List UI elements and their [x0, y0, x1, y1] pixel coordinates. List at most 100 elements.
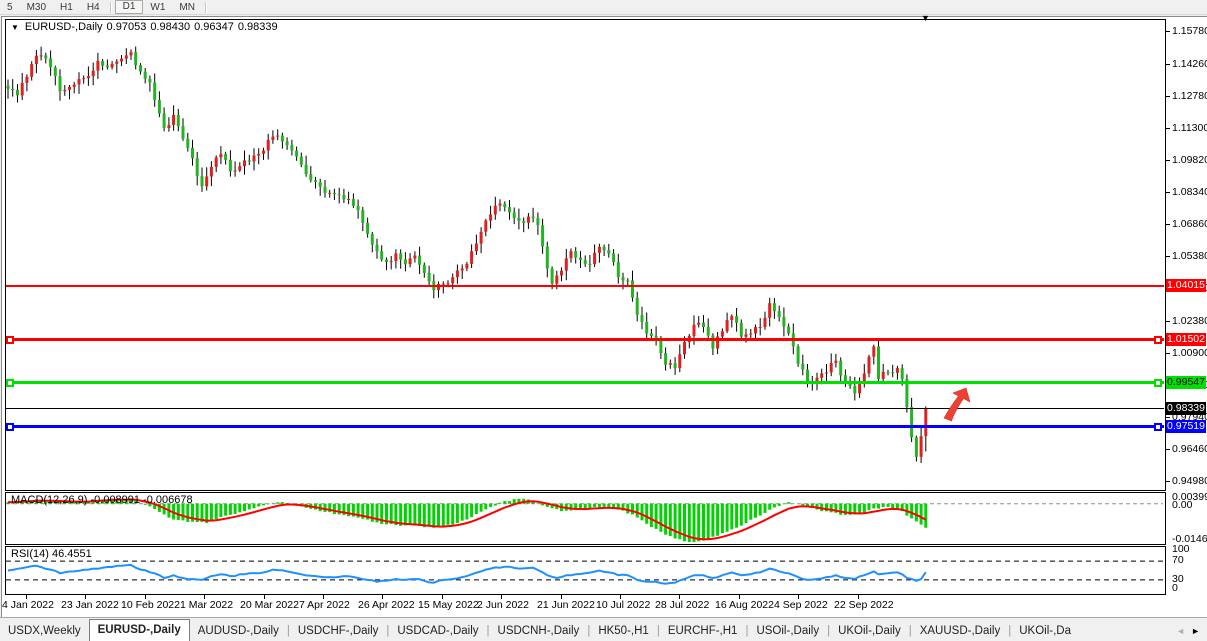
rsi-level-label: 70 [1172, 554, 1184, 566]
rsi-layer [6, 561, 1163, 584]
line-handle-support-line-green[interactable] [6, 379, 14, 387]
price-axis-label: 0.94980 [1172, 475, 1207, 487]
tab-xauusd-daily[interactable]: XAUUSD-,Daily [912, 620, 1009, 641]
date-axis-tick [442, 595, 443, 599]
price-axis-label: 1.06860 [1172, 218, 1207, 230]
price-axis-label: 0.96460 [1172, 443, 1207, 455]
date-axis-label: 20 Mar 2022 [240, 599, 299, 611]
price-axis-tick [1165, 31, 1170, 32]
price-axis-label: 1.08340 [1172, 186, 1207, 198]
price-badge-support-line-green: 0.99547 [1166, 376, 1206, 389]
date-axis-tick [739, 595, 740, 599]
date-axis-tick [323, 595, 324, 599]
tab-eurchf-h1[interactable]: EURCHF-,H1 [660, 620, 746, 641]
date-axis-tick [145, 595, 146, 599]
date-axis-label: 15 May 2022 [418, 599, 479, 611]
price-axis-label: 1.11300 [1172, 122, 1207, 134]
resistance-line-1[interactable] [6, 285, 1164, 287]
price-axis-tick [1165, 96, 1170, 97]
tab-scroll-left-icon[interactable]: ◄ [1176, 626, 1185, 636]
price-badge-resistance-line-2: 1.01502 [1166, 333, 1206, 346]
price-axis-tick [1165, 192, 1170, 193]
date-axis-label: 1 Mar 2022 [180, 599, 233, 611]
tab-ukoil-daily[interactable]: UKOil-,Daily [830, 620, 909, 641]
tab-audusd-daily[interactable]: AUDUSD-,Daily [190, 620, 287, 641]
line-handle-support-line-blue[interactable] [6, 423, 14, 431]
resistance-line-2[interactable] [6, 338, 1164, 341]
chart-svg [0, 0, 1164, 596]
price-axis-tick [1165, 64, 1170, 65]
date-axis-tick [26, 595, 27, 599]
chart-shift-marker-icon[interactable]: ▼ [921, 13, 930, 23]
date-axis-label: 22 Sep 2022 [834, 599, 894, 611]
macd-value-1: -0.008991 [90, 494, 140, 506]
chart-menu-arrow-icon[interactable]: ▼ [11, 23, 19, 32]
price-axis-label: 1.14260 [1172, 58, 1207, 70]
macd-zero-label: 0.00 [1172, 499, 1192, 511]
date-axis-tick [264, 595, 265, 599]
macd-name: MACD(12,26,9) [11, 494, 87, 506]
ohlc-close: 0.98339 [238, 21, 278, 33]
line-handle-resistance-line-2[interactable] [1154, 336, 1162, 344]
date-axis-tick [204, 595, 205, 599]
tab-usdcad-daily[interactable]: USDCAD-,Daily [389, 620, 486, 641]
rsi-level-label: 0 [1172, 582, 1178, 594]
current-price-line[interactable] [6, 408, 1164, 409]
line-handle-support-line-green[interactable] [1154, 379, 1162, 387]
date-axis-label: 10 Feb 2022 [121, 599, 180, 611]
date-axis-tick [620, 595, 621, 599]
date-axis-label: 4 Jan 2022 [2, 599, 54, 611]
date-axis-tick [858, 595, 859, 599]
date-axis-tick [561, 595, 562, 599]
ohlc-high: 0.98430 [150, 21, 190, 33]
macd-value-2: -0.006678 [143, 494, 193, 506]
tab-ukoil-da[interactable]: UKOil-,Da [1011, 620, 1079, 641]
support-line-green[interactable] [6, 381, 1164, 384]
price-axis-tick [1165, 417, 1170, 418]
tab-usdx-weekly[interactable]: USDX,Weekly [0, 620, 89, 641]
price-badge-current-price-line: 0.98339 [1166, 402, 1206, 415]
tab-usoil-daily[interactable]: USOil-,Daily [748, 620, 827, 641]
date-axis-label: 16 Aug 2022 [715, 599, 774, 611]
tab-usdcnh-daily[interactable]: USDCNH-,Daily [490, 620, 588, 641]
date-axis-label: 2 Jun 2022 [477, 599, 529, 611]
price-axis-tick [1165, 353, 1170, 354]
date-axis-label: 7 Apr 2022 [299, 599, 350, 611]
tab-usdchf-daily[interactable]: USDCHF-,Daily [290, 620, 387, 641]
line-handle-support-line-blue[interactable] [1154, 423, 1162, 431]
price-axis-label: 1.00900 [1172, 347, 1207, 359]
date-axis-label: 21 Jun 2022 [537, 599, 595, 611]
price-axis-label: 1.05380 [1172, 250, 1207, 262]
price-axis-label: 1.09820 [1172, 154, 1207, 166]
price-axis-label: 1.02380 [1172, 315, 1207, 327]
candlestick-layer [7, 47, 928, 464]
line-handle-resistance-line-2[interactable] [6, 336, 14, 344]
rsi-indicator-label: RSI(14) 46.4551 [11, 548, 92, 560]
price-axis-tick [1165, 224, 1170, 225]
price-badge-support-line-blue: 0.97519 [1166, 420, 1206, 433]
date-axis-label: 23 Jan 2022 [61, 599, 119, 611]
tab-scroll-arrows: ◄► [1173, 620, 1207, 641]
date-axis-label: 4 Sep 2022 [774, 599, 828, 611]
tab-scroll-right-icon[interactable]: ► [1191, 626, 1200, 636]
price-axis-label: 1.15780 [1172, 25, 1207, 37]
price-axis-tick [1165, 481, 1170, 482]
chart-tab-bar: USDX,WeeklyEURUSD-,DailyAUDUSD-,Daily|US… [0, 617, 1207, 641]
tab-eurusd-daily[interactable]: EURUSD-,Daily [89, 619, 190, 641]
rsi-name: RSI(14) [11, 548, 49, 560]
price-axis-tick [1165, 449, 1170, 450]
date-axis-label: 26 Apr 2022 [358, 599, 415, 611]
ohlc-open: 0.97053 [107, 21, 147, 33]
price-badge-resistance-line-1: 1.04015 [1166, 279, 1206, 292]
price-axis-tick [1165, 321, 1170, 322]
support-line-blue[interactable] [6, 425, 1164, 428]
chart-canvas [0, 0, 1164, 601]
trend-arrow-annotation[interactable] [941, 387, 971, 423]
rsi-value: 46.4551 [52, 548, 92, 560]
tab-hk50-h1[interactable]: HK50-,H1 [590, 620, 657, 641]
ohlc-low: 0.96347 [194, 21, 234, 33]
price-axis-tick [1165, 256, 1170, 257]
price-axis-label: 1.12780 [1172, 90, 1207, 102]
price-axis-tick [1165, 128, 1170, 129]
price-axis-tick [1165, 160, 1170, 161]
